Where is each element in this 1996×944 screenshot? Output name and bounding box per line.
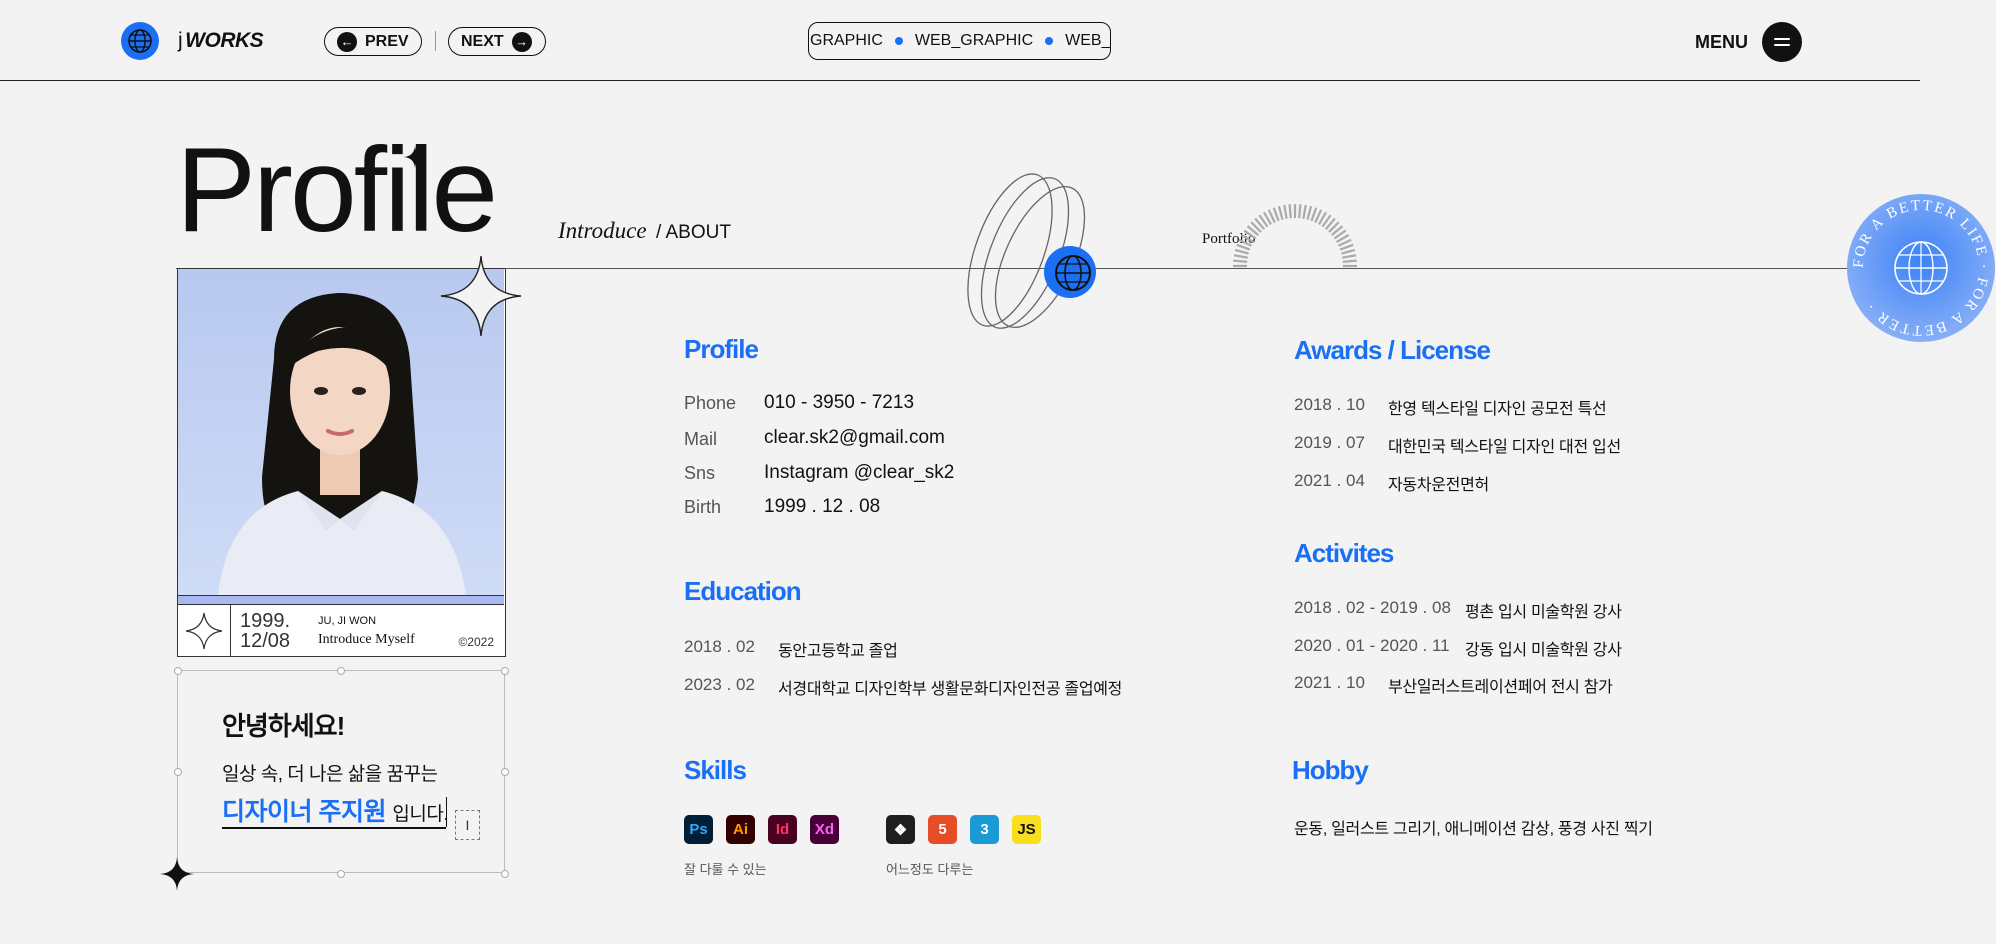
brand-j: j (178, 29, 183, 52)
award-text: 한영 텍스타일 디자인 공모전 특선 (1388, 401, 1607, 418)
activity-text: 강동 입시 미술학원 강사 (1465, 642, 1622, 659)
section-title-hobby: Hobby (1292, 755, 1369, 785)
caption-date-line1: 1999. (240, 610, 291, 632)
section-title-activities: Activites (1294, 538, 1394, 568)
resize-handle[interactable] (174, 667, 182, 675)
greeting-suffix: 입니다. (392, 804, 449, 825)
brand-logo[interactable]: j WORKS (178, 29, 264, 53)
greeting-line2: 디자이너 주지원 입니다. (222, 792, 449, 828)
caption-name: JU, JI WON (318, 615, 377, 627)
globe-icon (1044, 246, 1096, 298)
globe-icon (1894, 241, 1948, 295)
section-title-profile: Profile (684, 334, 759, 364)
menu-line-icon (1774, 38, 1790, 40)
prev-button[interactable]: ← PREV (324, 27, 422, 56)
profile-label: Mail (684, 429, 718, 449)
text-cursor-icon: I (455, 810, 480, 840)
activity-text: 평촌 입시 미술학원 강사 (1465, 604, 1622, 621)
award-year: 2021 . 04 (1294, 471, 1365, 490)
greeting-highlight: 디자이너 주지원 (222, 798, 386, 826)
skill-figma-icon: ❖ (886, 815, 915, 844)
nav-separator (435, 31, 436, 51)
phone-value[interactable]: 010 - 3950 - 7213 (764, 392, 914, 414)
header-divider (0, 80, 1920, 81)
profile-label: Sns (684, 463, 716, 483)
resize-handle[interactable] (337, 667, 345, 675)
category-ticker[interactable]: GRAPHIC WEB_GRAPHIC WEB_GR/ (808, 22, 1111, 60)
activity-year: 2018 . 02 - 2019 . 08 (1294, 598, 1451, 617)
greeting-title: 안녕하세요! (222, 711, 345, 741)
dot-separator-icon (894, 37, 903, 45)
menu-line-icon (1774, 44, 1790, 46)
caption-date-line2: 12/08 (240, 630, 291, 652)
caption-date: 1999. 12/08 (240, 611, 290, 651)
education-year: 2018 . 02 (684, 637, 755, 656)
hamburger-menu-button[interactable] (1762, 22, 1802, 62)
text-caret (446, 797, 447, 827)
page-title: Profile (176, 123, 498, 257)
skill-5-icon: 5 (928, 815, 957, 844)
award-text: 대한민국 텍스타일 디자인 대전 입선 (1388, 439, 1621, 456)
skill-ai-icon: Ai (726, 815, 755, 844)
resize-handle[interactable] (501, 870, 509, 878)
skill-xd-icon: Xd (810, 815, 839, 844)
activity-year: 2020 . 01 - 2020 . 11 (1294, 636, 1450, 655)
resize-handle[interactable] (337, 870, 345, 878)
photo-caption: 1999. 12/08 JU, JI WON Introduce Myself … (178, 604, 504, 657)
gauge-arc-graphic (1233, 204, 1357, 268)
resize-handle[interactable] (501, 768, 509, 776)
caption-copyright: ©2022 (458, 635, 494, 649)
arrow-right-icon: → (511, 31, 532, 52)
category-item[interactable]: WEB_GRAPHIC (915, 32, 1033, 50)
education-year: 2023 . 02 (684, 675, 755, 694)
section-title-education: Education (684, 576, 802, 606)
education-text: 서경대학교 디자인학부 생활문화디자인전공 졸업예정 (778, 681, 1123, 698)
section-title-awards: Awards / License (1294, 335, 1491, 365)
greeting-underline (222, 827, 446, 829)
caption-intro: Introduce Myself (318, 632, 415, 647)
category-item[interactable]: GRAPHIC (810, 32, 883, 50)
email-value[interactable]: clear.sk2@gmail.com (764, 427, 945, 449)
skill-ps-icon: Ps (684, 815, 713, 844)
next-label: NEXT (461, 32, 504, 50)
about-label: / ABOUT (656, 222, 731, 243)
caption-star-box (178, 605, 231, 657)
education-text: 동안고등학교 졸업 (778, 643, 898, 660)
skill-id-icon: Id (768, 815, 797, 844)
sparkle-icon (160, 857, 194, 891)
arrow-left-icon: ← (337, 31, 357, 52)
menu-label[interactable]: MENU (1695, 32, 1748, 53)
prev-label: PREV (365, 32, 409, 50)
profile-label: Phone (684, 393, 737, 413)
sns-value[interactable]: Instagram @clear_sk2 (764, 462, 954, 484)
globe-logo-icon[interactable] (120, 21, 160, 61)
skills-caption-some: 어느정도 다루는 (886, 862, 974, 877)
profile-label: Birth (684, 497, 722, 517)
category-item[interactable]: WEB_GR/ (1065, 32, 1110, 50)
dot-separator-icon (1045, 37, 1054, 45)
introduce-label: Introduce (558, 218, 647, 243)
activity-text: 부산일러스트레이션페어 전시 참가 (1388, 679, 1613, 696)
birth-value: 1999 . 12 . 08 (764, 496, 881, 517)
four-point-star-icon (185, 612, 223, 650)
award-year: 2019 . 07 (1294, 433, 1365, 452)
activity-year: 2021 . 10 (1294, 673, 1365, 692)
skill-js-icon: JS (1012, 815, 1041, 844)
greeting-line1: 일상 속, 더 나은 삶을 꿈꾸는 (222, 764, 438, 785)
hobby-text: 운동, 일러스트 그리기, 애니메이션 감상, 풍경 사진 찍기 (1294, 821, 1653, 838)
skills-caption-good: 잘 다룰 수 있는 (684, 862, 767, 877)
next-button[interactable]: NEXT → (448, 27, 546, 56)
award-year: 2018 . 10 (1294, 395, 1365, 414)
outline-star-icon (440, 255, 522, 337)
sparkle-icon (404, 146, 426, 168)
resize-handle[interactable] (174, 768, 182, 776)
resize-handle[interactable] (501, 667, 509, 675)
award-text: 자동차운전면허 (1388, 477, 1489, 494)
brand-works: WORKS (185, 29, 264, 52)
better-life-badge[interactable]: FOR A BETTER LIFE · FOR A BETTER · (1846, 193, 1996, 343)
section-title-skills: Skills (684, 755, 747, 785)
skill-3-icon: 3 (970, 815, 999, 844)
